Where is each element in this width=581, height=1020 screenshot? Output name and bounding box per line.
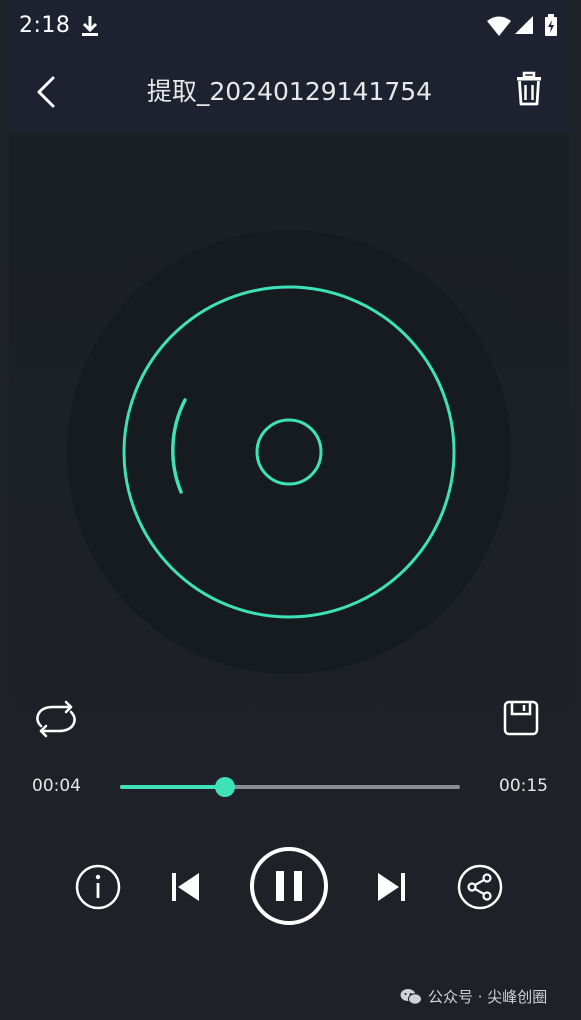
playback-controls: [9, 840, 570, 940]
trash-icon[interactable]: [514, 70, 544, 108]
next-icon[interactable]: [374, 868, 408, 906]
battery-icon: [545, 14, 557, 36]
loop-icon[interactable]: [31, 698, 81, 740]
share-icon[interactable]: [457, 864, 503, 910]
wifi-icon: [487, 16, 511, 36]
watermark-text: 公众号 · 尖峰创圈: [428, 988, 548, 1006]
save-icon[interactable]: [503, 700, 539, 736]
back-icon[interactable]: [29, 72, 65, 112]
progress-slider[interactable]: [120, 776, 460, 798]
status-time: 2:18: [19, 13, 71, 38]
info-icon[interactable]: [75, 864, 121, 910]
disc-icon: [67, 230, 511, 674]
pause-icon[interactable]: [249, 846, 329, 926]
status-bar: 2:18: [9, 0, 570, 54]
app-screen: 2:18 提取_20240129141754 00:04 00:15: [9, 0, 570, 1003]
signal-icon: [515, 16, 533, 34]
secondary-controls: [9, 690, 570, 750]
wechat-icon: [400, 988, 422, 1005]
page-title: 提取_20240129141754: [146, 77, 433, 106]
current-time: 00:04: [32, 776, 81, 796]
app-bar: 提取_20240129141754: [9, 54, 570, 132]
download-icon: [82, 16, 98, 36]
progress-thumb[interactable]: [215, 777, 236, 797]
total-time: 00:15: [499, 776, 548, 796]
previous-icon[interactable]: [169, 868, 203, 906]
watermark: 公众号 · 尖峰创圈: [400, 986, 547, 1007]
progress-fill: [120, 785, 226, 789]
